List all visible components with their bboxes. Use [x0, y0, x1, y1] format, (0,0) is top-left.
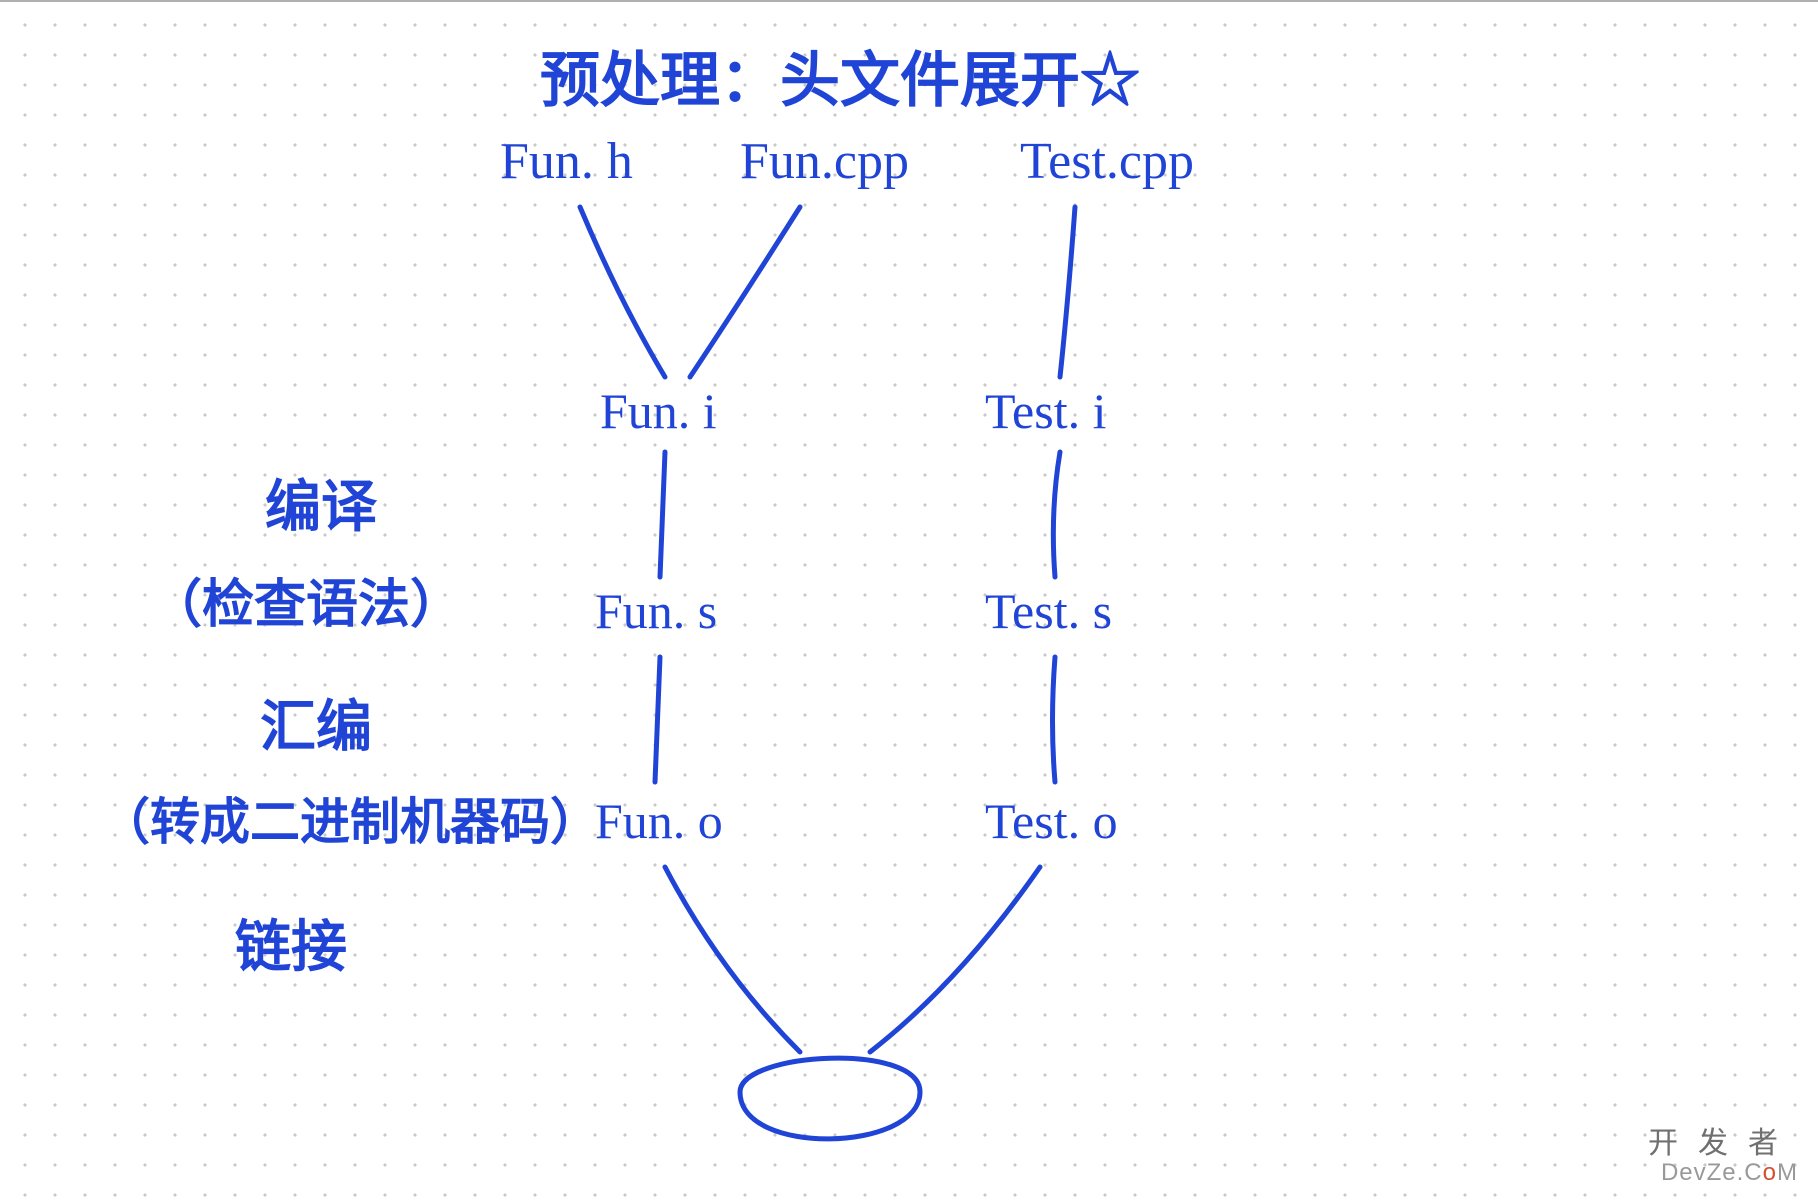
label-link: 链接 — [235, 902, 347, 983]
label-assemble: 汇编 — [260, 682, 372, 763]
watermark-line1: 开发者 — [1648, 1127, 1798, 1160]
label-assemble-note: （转成二进制机器码） — [100, 782, 600, 854]
node-fun-s: Fun. s — [595, 582, 717, 640]
node-fun-o: Fun. o — [595, 792, 723, 850]
watermark: 开发者 DevZe.CoM — [1648, 1127, 1798, 1186]
node-fun-h: Fun. h — [500, 132, 633, 191]
node-test-cpp: Test.cpp — [1020, 132, 1194, 191]
node-test-s: Test. s — [985, 582, 1112, 640]
node-test-i: Test. i — [985, 382, 1106, 440]
node-fun-i: Fun. i — [600, 382, 717, 440]
node-fun-cpp: Fun.cpp — [740, 132, 909, 191]
watermark-line2: DevZe.CoM — [1648, 1160, 1798, 1186]
label-compile-note: （检查语法） — [150, 562, 462, 637]
label-compile: 编译 — [265, 462, 377, 543]
diagram-title: 预处理：头文件展开☆ — [540, 32, 1140, 119]
node-test-o: Test. o — [985, 792, 1118, 850]
